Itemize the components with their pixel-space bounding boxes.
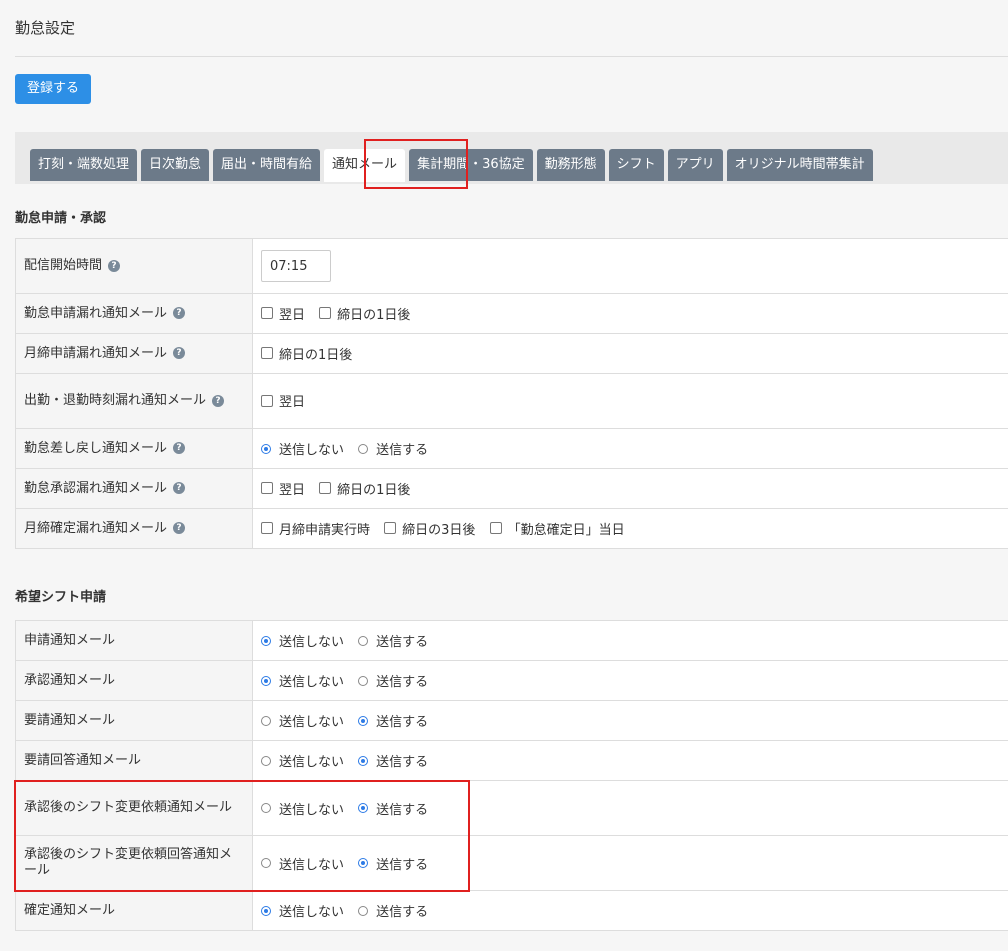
table-row: 申請通知メール 送信しない 送信する — [15, 620, 1008, 661]
delivery-time-input[interactable] — [261, 250, 331, 282]
confirm-day-checkbox[interactable]: 「勤怠確定日」当日 — [489, 519, 625, 538]
table-row: 勤怠差し戻し通知メール? 送信しない 送信する — [15, 428, 1008, 469]
title-divider — [15, 56, 1008, 57]
shift-change-rows-highlight — [14, 780, 470, 892]
checkbox-icon — [319, 307, 332, 320]
radio-selected-icon — [261, 443, 271, 454]
checkbox-icon — [261, 394, 273, 407]
checkbox-icon — [261, 482, 273, 495]
next-day-checkbox[interactable]: 翌日 — [261, 304, 305, 323]
active-tab-highlight — [364, 139, 468, 189]
table-row: 月締申請漏れ通知メール? 締日の1日後 — [15, 333, 1008, 374]
do-not-send-radio[interactable]: 送信しない — [261, 671, 344, 690]
table-row: 承認通知メール 送信しない 送信する — [15, 660, 1008, 701]
page-title: 勤怠設定 — [15, 19, 76, 37]
table-row: 配信開始時間? — [15, 238, 1008, 294]
checkbox-icon — [384, 522, 397, 535]
send-radio[interactable]: 送信する — [358, 751, 428, 770]
closing-day-plus1-checkbox[interactable]: 締日の1日後 — [319, 479, 410, 498]
row-label: 配信開始時間? — [15, 238, 253, 294]
monthly-request-checkbox[interactable]: 月締申請実行時 — [261, 519, 370, 538]
send-radio[interactable]: 送信する — [358, 711, 428, 730]
do-not-send-radio[interactable]: 送信しない — [261, 751, 344, 770]
next-day-checkbox[interactable]: 翌日 — [261, 391, 305, 410]
send-radio[interactable]: 送信する — [358, 671, 428, 690]
radio-icon — [358, 635, 369, 646]
do-not-send-radio[interactable]: 送信しない — [261, 901, 344, 920]
checkbox-icon — [261, 347, 273, 360]
radio-selected-icon — [261, 905, 271, 916]
help-icon[interactable]: ? — [173, 522, 186, 534]
tab-original-time-zone[interactable]: オリジナル時間帯集計 — [726, 149, 873, 181]
send-radio[interactable]: 送信する — [358, 439, 428, 458]
checkbox-icon — [489, 522, 502, 535]
table-row: 要請通知メール 送信しない 送信する — [15, 700, 1008, 741]
radio-selected-icon — [261, 635, 271, 646]
table-row: 出勤・退勤時刻漏れ通知メール? 翌日 — [15, 373, 1008, 429]
radio-icon — [358, 443, 369, 454]
radio-icon — [358, 675, 369, 686]
radio-icon — [358, 905, 369, 916]
help-icon[interactable]: ? — [212, 394, 225, 407]
attendance-settings-table: 配信開始時間? 勤怠申請漏れ通知メール? 翌日 締日の1日後 月締申請漏れ通知メ… — [15, 238, 1008, 549]
table-row: 勤怠申請漏れ通知メール? 翌日 締日の1日後 — [15, 293, 1008, 334]
send-radio[interactable]: 送信する — [358, 901, 428, 920]
radio-icon — [261, 755, 271, 766]
tab-app[interactable]: アプリ — [667, 149, 723, 181]
tab-stamp-rounding[interactable]: 打刻・端数処理 — [30, 149, 138, 181]
help-icon[interactable]: ? — [173, 442, 186, 454]
checkbox-icon — [319, 482, 332, 495]
table-row: 確定通知メール 送信しない 送信する — [15, 890, 1008, 931]
register-button[interactable]: 登録する — [15, 74, 92, 104]
radio-icon — [261, 715, 271, 726]
help-icon[interactable]: ? — [173, 307, 186, 319]
table-row: 要請回答通知メール 送信しない 送信する — [15, 740, 1008, 781]
radio-selected-icon — [261, 675, 271, 686]
tab-requests-hourly-leave[interactable]: 届出・時間有給 — [213, 149, 321, 181]
closing-day-plus1-checkbox[interactable]: 締日の1日後 — [319, 304, 410, 323]
checkbox-icon — [261, 307, 273, 320]
tab-daily-attendance[interactable]: 日次勤怠 — [141, 149, 210, 181]
closing-day-plus1-checkbox[interactable]: 締日の1日後 — [261, 344, 352, 363]
help-icon[interactable]: ? — [108, 259, 121, 272]
help-icon[interactable]: ? — [173, 347, 186, 359]
table-row: 勤怠承認漏れ通知メール? 翌日 締日の1日後 — [15, 468, 1008, 509]
shift-section-heading: 希望シフト申請 — [15, 590, 107, 605]
attendance-section-heading: 勤怠申請・承認 — [15, 211, 107, 226]
table-row: 月締確定漏れ通知メール? 月締申請実行時 締日の3日後 「勤怠確定日」当日 — [15, 508, 1008, 549]
closing-day-plus3-checkbox[interactable]: 締日の3日後 — [384, 519, 475, 538]
do-not-send-radio[interactable]: 送信しない — [261, 711, 344, 730]
tab-work-pattern[interactable]: 勤務形態 — [536, 149, 605, 181]
radio-selected-icon — [358, 715, 369, 726]
next-day-checkbox[interactable]: 翌日 — [261, 479, 305, 498]
radio-selected-icon — [358, 755, 369, 766]
do-not-send-radio[interactable]: 送信しない — [261, 631, 344, 650]
help-icon[interactable]: ? — [173, 482, 186, 494]
tab-shift[interactable]: シフト — [608, 149, 664, 181]
send-radio[interactable]: 送信する — [358, 631, 428, 650]
do-not-send-radio[interactable]: 送信しない — [261, 439, 344, 458]
checkbox-icon — [261, 522, 273, 535]
